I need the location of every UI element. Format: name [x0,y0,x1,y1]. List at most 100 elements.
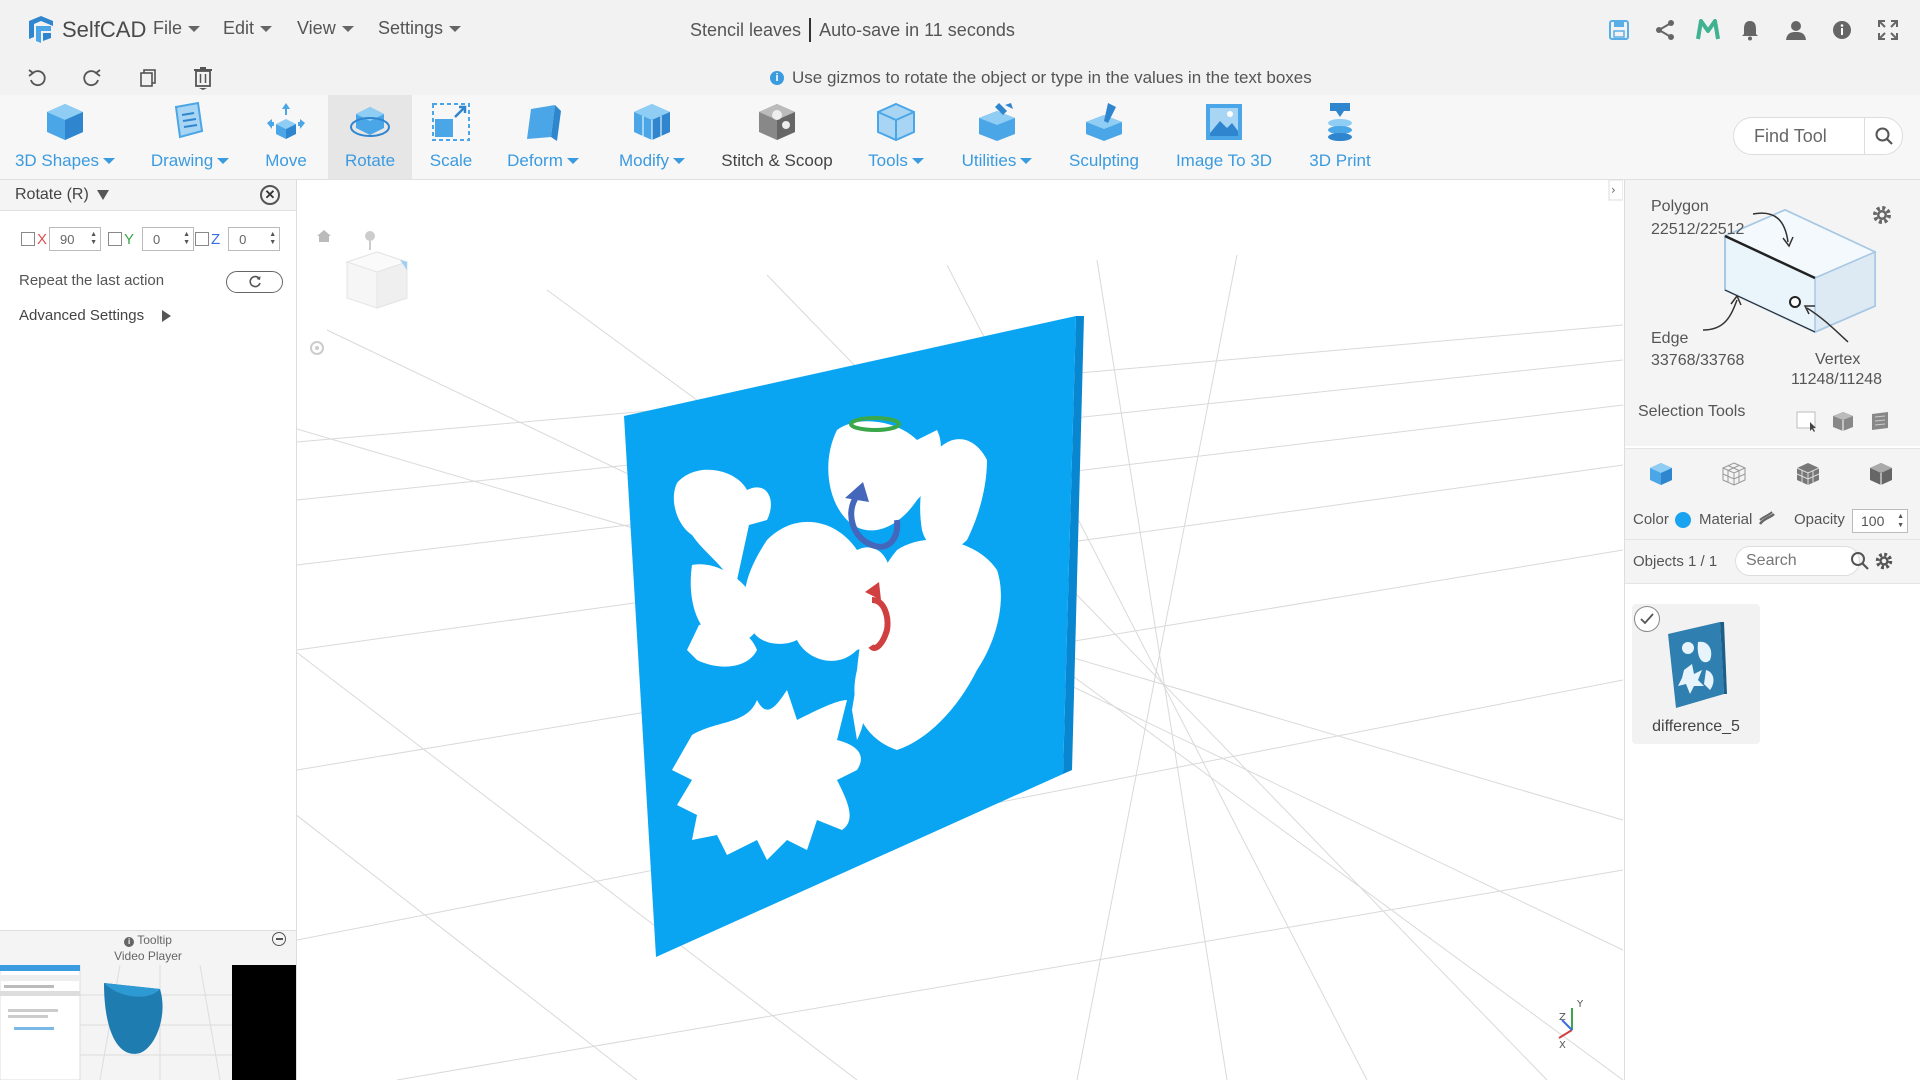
find-tool-search[interactable] [1733,117,1903,155]
axis-z-input[interactable]: 0 ▲ ▼ [228,227,281,251]
logo-icon [26,15,56,45]
tool-tools[interactable]: Tools [856,95,936,179]
axis-y-input[interactable]: 0 ▲ ▼ [142,227,195,251]
share-icon[interactable] [1651,16,1679,44]
shaded-mode-icon[interactable] [1868,461,1894,492]
light-icon[interactable] [365,231,375,250]
chevron-down-icon [1020,158,1033,164]
wireframe-mode-icon[interactable] [1721,461,1747,492]
bell-icon[interactable] [1736,16,1764,44]
tool-rotate[interactable]: Rotate [328,95,412,179]
fullscreen-icon[interactable] [1874,16,1902,44]
polygon-count: 22512/22512 [1651,221,1745,238]
delete-icon[interactable] [189,64,217,92]
document-name[interactable]: Stencil leaves [690,20,801,41]
polygon-label[interactable]: Polygon [1651,198,1709,216]
tool-modify[interactable]: Modify [606,95,698,179]
axis-x-input[interactable]: 90 ▲ ▼ [49,227,102,251]
color-picker[interactable]: Color [1633,511,1691,528]
printer-icon [1328,103,1352,141]
app-name: SelfCAD [62,17,147,42]
utilities-icon [979,103,1015,141]
tool-stitch-scoop[interactable]: Stitch & Scoop [715,95,839,179]
triangle-down-icon [96,190,109,200]
gear-icon[interactable] [1870,203,1894,232]
stepper-icon[interactable]: ▲ ▼ [183,231,190,247]
m-icon[interactable] [1694,16,1722,44]
tool-scale[interactable]: Scale [416,95,486,179]
solid-mode-icon[interactable] [1648,461,1674,492]
object-name: difference_5 [1652,718,1740,735]
save-icon[interactable] [1605,16,1633,44]
tool-label: Deform [507,151,563,170]
tool-drawing[interactable]: Drawing [142,95,238,179]
redo-icon[interactable] [78,64,106,92]
home-icon[interactable] [317,230,331,242]
menu-edit[interactable]: Edit [223,18,273,39]
search-icon[interactable] [1850,551,1870,576]
menu-file[interactable]: File [153,18,201,39]
navigation-cube[interactable] [345,251,409,309]
tool-utilities[interactable]: Utilities [955,95,1039,179]
tool-sculpting[interactable]: Sculpting [1058,95,1150,179]
chevron-down-icon [188,25,201,32]
search-icon[interactable] [1864,118,1902,154]
material-picker[interactable]: Material [1699,510,1776,528]
tool-deform[interactable]: Deform [495,95,591,179]
stencil-object[interactable] [624,316,1084,957]
stepper-icon[interactable]: ▲ ▼ [90,231,97,247]
menu-view[interactable]: View [297,18,354,39]
move-icon [267,103,305,139]
tool-image-to-3d[interactable]: Image To 3D [1168,95,1280,179]
rotate-icon [350,107,390,137]
viewport-canvas[interactable]: ‹ › [297,180,1623,1080]
axis-y-label: Y [124,230,135,248]
stepper-icon[interactable]: ▲ ▼ [1897,512,1904,530]
user-icon[interactable] [1782,16,1810,44]
axis-x-label: X [37,230,48,248]
menu-settings-label: Settings [378,18,444,38]
scale-icon [432,103,470,141]
3d-viewport[interactable]: ‹ › [297,180,1623,1080]
copy-icon[interactable] [134,64,162,92]
edge-label[interactable]: Edge [1651,330,1688,348]
tool-label: Scale [429,151,473,170]
undo-icon[interactable] [23,64,51,92]
axis-z-checkbox[interactable] [195,232,209,246]
axis-x-checkbox[interactable] [21,232,35,246]
close-icon[interactable]: ✕ [260,185,280,205]
tool-3d-shapes[interactable]: 3D Shapes [12,95,118,179]
tool-move[interactable]: Move [255,95,317,179]
vertex-label[interactable]: Vertex [1815,351,1860,369]
axis-z-row: Z 0 ▲ ▼ [195,227,281,251]
axis-y-checkbox[interactable] [108,232,122,246]
face-select-icon[interactable] [1868,410,1892,437]
tool-label: Sculpting [1069,151,1139,170]
box-select-icon[interactable] [1795,410,1819,437]
rotate-panel-title[interactable]: Rotate (R) [15,186,109,204]
tooltip-title-text: Tooltip [137,933,172,947]
tool-3d-print[interactable]: 3D Print [1298,95,1382,179]
advanced-settings-toggle[interactable]: Advanced Settings [19,307,172,324]
repeat-last-action-button[interactable] [226,271,283,293]
color-swatch[interactable] [1674,511,1691,528]
hint-text: Use gizmos to rotate the object or type … [792,68,1312,87]
cube-select-icon[interactable] [1831,410,1855,437]
target-icon[interactable] [310,341,324,355]
menu-settings[interactable]: Settings [378,18,462,39]
object-selected-check-icon[interactable] [1634,606,1660,632]
drawing-icon [174,101,204,139]
find-tool-input[interactable] [1752,124,1864,148]
selfcad-logo[interactable]: SelfCAD [26,12,146,48]
tooltip-video-player[interactable] [0,964,296,1081]
objects-search[interactable]: Search [1735,546,1860,576]
axis-x-value: 90 [60,231,75,247]
chevron-down-icon [341,25,354,32]
stepper-icon[interactable]: ▲ ▼ [269,231,276,247]
chevron-down-icon [103,158,116,164]
opacity-input[interactable]: 100 ▲ ▼ [1852,509,1908,533]
minimize-icon[interactable] [272,932,286,946]
mesh-mode-icon[interactable] [1795,461,1821,492]
info-icon[interactable] [1828,16,1856,44]
objects-settings-icon[interactable] [1873,550,1895,577]
